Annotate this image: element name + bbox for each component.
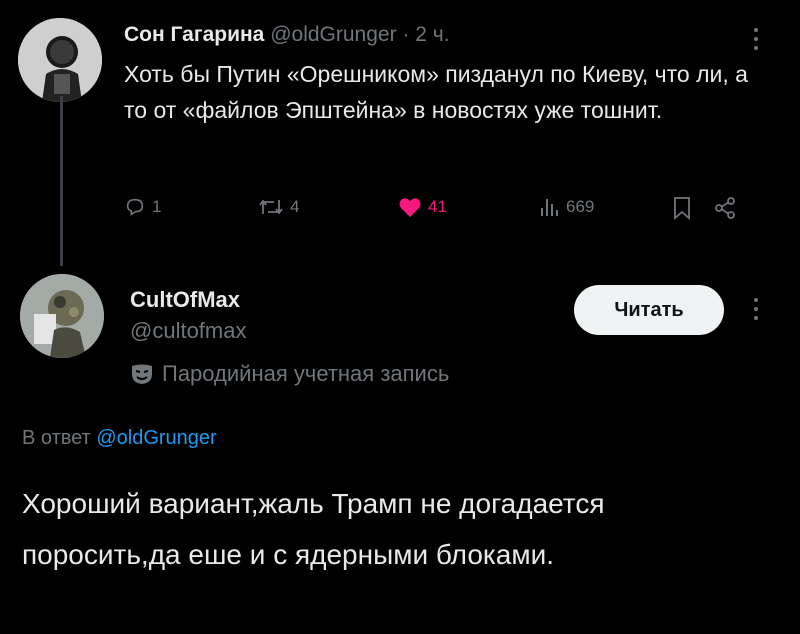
share-button[interactable] xyxy=(713,196,737,220)
reply-author-handle[interactable]: @cultofmax xyxy=(130,318,246,344)
retweet-count: 4 xyxy=(290,197,300,216)
views-icon xyxy=(541,199,558,216)
views-button[interactable]: 669 xyxy=(538,196,594,218)
reply-icon xyxy=(126,198,144,216)
reply-to-handle[interactable]: @oldGrunger xyxy=(96,427,216,449)
author-handle[interactable]: @oldGrunger xyxy=(270,23,396,46)
avatar-cultofmax[interactable] xyxy=(20,274,104,358)
like-icon xyxy=(399,198,421,217)
thread-line xyxy=(60,96,63,266)
retweet-icon xyxy=(259,199,283,215)
reply-count: 1 xyxy=(152,197,162,216)
reply-text: Хороший вариант,жаль Трамп не догадается… xyxy=(22,488,605,570)
header-separator: · xyxy=(402,23,410,46)
reply-to-prefix: В ответ xyxy=(22,427,91,449)
author-name[interactable]: Сон Гагарина xyxy=(124,23,264,46)
like-count: 41 xyxy=(428,197,447,216)
reply-button[interactable]: 1 xyxy=(124,196,161,218)
tweet-time[interactable]: 2 ч. xyxy=(415,23,449,46)
reply-author-name[interactable]: CultOfMax xyxy=(130,287,240,313)
tweet-text: Хоть бы Путин «Орешником» пизданул по Ки… xyxy=(124,61,748,123)
follow-button[interactable]: Читать xyxy=(574,285,724,335)
like-button[interactable]: 41 xyxy=(398,196,447,218)
retweet-button[interactable]: 4 xyxy=(258,196,299,218)
astronaut-avatar-image xyxy=(18,18,102,102)
reply-more-icon[interactable] xyxy=(753,298,759,320)
views-count: 669 xyxy=(566,197,595,216)
bookmark-icon xyxy=(674,197,690,220)
avatar-son-gagarina[interactable] xyxy=(18,18,102,102)
tweet-header: Сон Гагарина @oldGrunger · 2 ч. xyxy=(124,23,450,47)
parody-label: Пародийная учетная запись xyxy=(162,361,450,386)
bookmark-button[interactable] xyxy=(672,196,692,220)
parody-label-row: Пародийная учетная запись xyxy=(130,361,449,387)
cultofmax-avatar-image xyxy=(20,274,104,358)
more-icon[interactable] xyxy=(753,28,759,50)
reply-to-line: В ответ @oldGrunger xyxy=(22,427,217,450)
parody-mask-icon xyxy=(132,364,152,384)
share-icon xyxy=(715,197,735,219)
